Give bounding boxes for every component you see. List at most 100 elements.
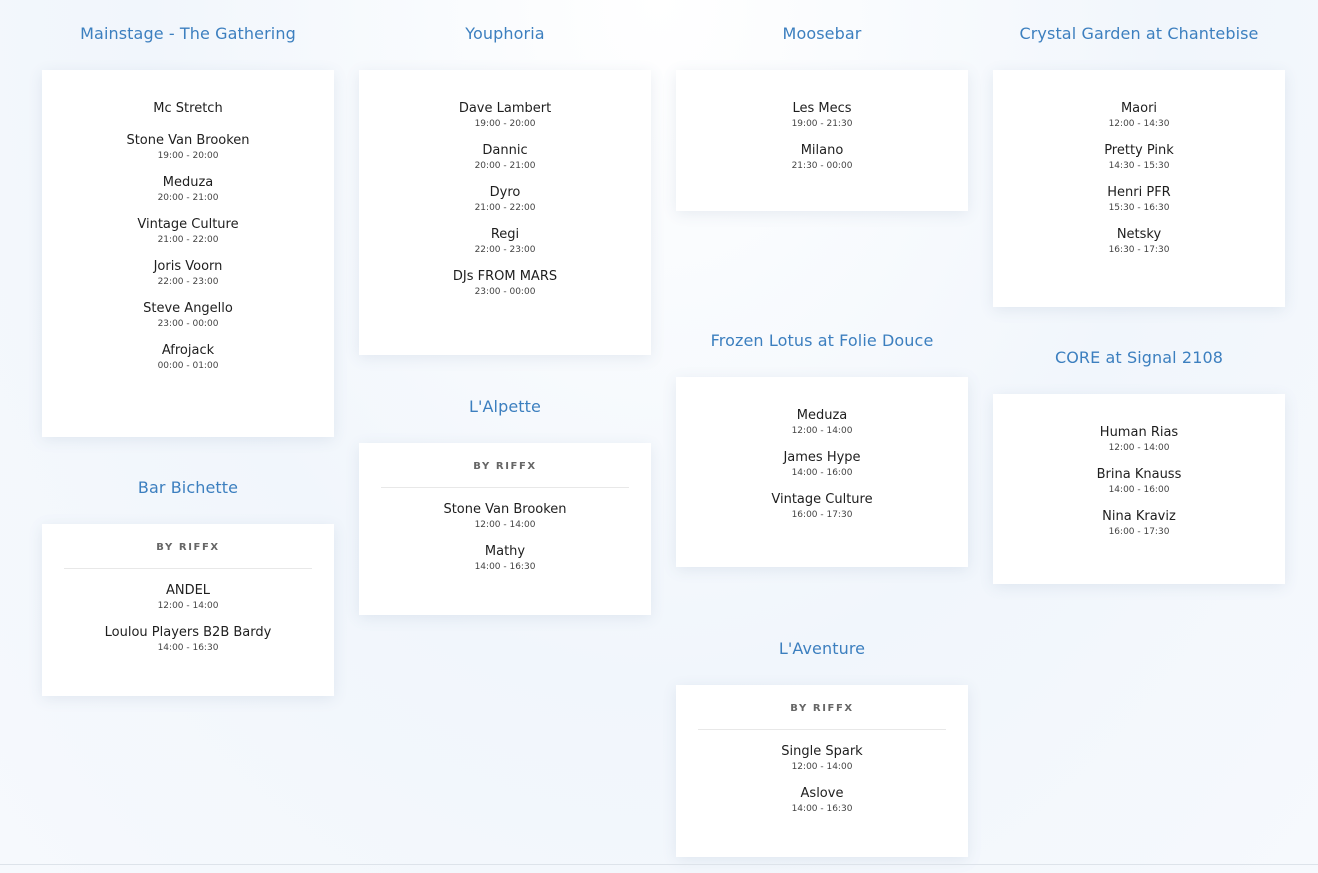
act-item: Meduza 12:00 - 14:00 — [676, 407, 968, 438]
act-name: Stone Van Brooken — [126, 133, 250, 148]
stage-card-lalpette: BY RIFFX Stone Van Brooken 12:00 - 14:00… — [359, 443, 651, 615]
act-item: DJs FROM MARS 23:00 - 00:00 — [359, 268, 651, 299]
act-time: 16:00 - 17:30 — [1108, 527, 1170, 537]
act-time: 12:00 - 14:30 — [1108, 119, 1170, 129]
act-time: 12:00 - 14:00 — [1108, 443, 1170, 453]
act-item: Loulou Players B2B Bardy 14:00 - 16:30 — [42, 624, 334, 655]
act-name: ANDEL — [165, 583, 211, 598]
stage-card-frozen-lotus: Meduza 12:00 - 14:00 James Hype 14:00 - … — [676, 377, 968, 567]
stage-title-lalpette: L'Alpette — [469, 397, 541, 416]
act-item: James Hype 14:00 - 16:00 — [676, 449, 968, 480]
act-time: 23:00 - 00:00 — [157, 319, 219, 329]
act-name: Afrojack — [161, 343, 215, 358]
act-time: 14:00 - 16:30 — [474, 562, 536, 572]
stage-title-frozen-lotus: Frozen Lotus at Folie Douce — [710, 331, 934, 350]
act-time: 12:00 - 14:00 — [474, 520, 536, 530]
act-time: 19:00 - 21:30 — [791, 119, 853, 129]
stage-card-moosebar: Les Mecs 19:00 - 21:30 Milano 21:30 - 00… — [676, 70, 968, 211]
stage-title-moosebar: Moosebar — [782, 24, 862, 43]
act-time: 14:00 - 16:30 — [791, 804, 853, 814]
stage-title-core-signal: CORE at Signal 2108 — [1054, 348, 1224, 367]
stage-title-bar-bichette: Bar Bichette — [137, 478, 239, 497]
act-item: Netsky 16:30 - 17:30 — [993, 226, 1285, 257]
act-name: Mc Stretch — [153, 101, 223, 116]
act-name: Vintage Culture — [771, 492, 873, 507]
stage-card-crystal-garden: Maori 12:00 - 14:30 Pretty Pink 14:30 - … — [993, 70, 1285, 307]
act-time: 21:00 - 22:00 — [157, 235, 219, 245]
act-name: Milano — [800, 143, 844, 158]
act-time: 16:00 - 17:30 — [791, 510, 853, 520]
act-time: 19:00 - 20:00 — [474, 119, 536, 129]
act-item: Dave Lambert 19:00 - 20:00 — [359, 100, 651, 131]
act-name: Dave Lambert — [458, 101, 552, 116]
act-time: 23:00 - 00:00 — [474, 287, 536, 297]
act-name: Maori — [1120, 101, 1158, 116]
act-name: Henri PFR — [1107, 185, 1171, 200]
act-name: Stone Van Brooken — [443, 502, 567, 517]
act-time: 14:00 - 16:00 — [791, 468, 853, 478]
act-name: Netsky — [1116, 227, 1162, 242]
act-item: Human Rias 12:00 - 14:00 — [993, 424, 1285, 455]
act-name: Mathy — [484, 544, 526, 559]
act-name: Aslove — [800, 786, 844, 801]
stage-card-youphoria: Dave Lambert 19:00 - 20:00 Dannic 20:00 … — [359, 70, 651, 355]
act-name: Brina Knauss — [1096, 467, 1182, 482]
act-name: Steve Angello — [143, 301, 233, 316]
act-item: Mc Stretch — [42, 100, 334, 117]
act-name: DJs FROM MARS — [452, 269, 558, 284]
act-item: Single Spark 12:00 - 14:00 — [676, 743, 968, 774]
sponsor-label: BY RIFFX — [64, 542, 312, 569]
act-item: Henri PFR 15:30 - 16:30 — [993, 184, 1285, 215]
act-time: 20:00 - 21:00 — [157, 193, 219, 203]
act-time: 19:00 - 20:00 — [157, 151, 219, 161]
act-item: Meduza 20:00 - 21:00 — [42, 174, 334, 205]
act-time: 21:30 - 00:00 — [791, 161, 853, 171]
act-item: Pretty Pink 14:30 - 15:30 — [993, 142, 1285, 173]
act-name: Joris Voorn — [153, 259, 223, 274]
act-item: Afrojack 00:00 - 01:00 — [42, 342, 334, 373]
act-item: Vintage Culture 16:00 - 17:30 — [676, 491, 968, 522]
stage-card-mainstage: Mc Stretch Stone Van Brooken 19:00 - 20:… — [42, 70, 334, 437]
footer-divider — [0, 864, 1318, 865]
act-time: 14:00 - 16:00 — [1108, 485, 1170, 495]
sponsor-label: BY RIFFX — [381, 461, 629, 488]
act-time: 14:30 - 15:30 — [1108, 161, 1170, 171]
stage-title-laventure: L'Aventure — [778, 639, 866, 658]
act-item: ANDEL 12:00 - 14:00 — [42, 582, 334, 613]
act-time: 21:00 - 22:00 — [474, 203, 536, 213]
act-item: Milano 21:30 - 00:00 — [676, 142, 968, 173]
act-item: Regi 22:00 - 23:00 — [359, 226, 651, 257]
stage-card-bar-bichette: BY RIFFX ANDEL 12:00 - 14:00 Loulou Play… — [42, 524, 334, 696]
act-time: 00:00 - 01:00 — [157, 361, 219, 371]
act-item: Nina Kraviz 16:00 - 17:30 — [993, 508, 1285, 539]
act-time: 14:00 - 16:30 — [157, 643, 219, 653]
act-time: 20:00 - 21:00 — [474, 161, 536, 171]
act-item: Aslove 14:00 - 16:30 — [676, 785, 968, 816]
act-name: Meduza — [162, 175, 214, 190]
act-name: Les Mecs — [792, 101, 852, 116]
act-item: Les Mecs 19:00 - 21:30 — [676, 100, 968, 131]
stage-title-mainstage: Mainstage - The Gathering — [80, 24, 296, 43]
act-name: Loulou Players B2B Bardy — [104, 625, 272, 640]
act-name: Pretty Pink — [1104, 143, 1174, 158]
act-time: 22:00 - 23:00 — [474, 245, 536, 255]
act-name: Nina Kraviz — [1102, 509, 1176, 524]
act-item: Mathy 14:00 - 16:30 — [359, 543, 651, 574]
stage-card-laventure: BY RIFFX Single Spark 12:00 - 14:00 Aslo… — [676, 685, 968, 857]
act-item: Vintage Culture 21:00 - 22:00 — [42, 216, 334, 247]
act-item: Maori 12:00 - 14:30 — [993, 100, 1285, 131]
act-name: Regi — [490, 227, 520, 242]
act-item: Steve Angello 23:00 - 00:00 — [42, 300, 334, 331]
act-name: Meduza — [796, 408, 848, 423]
act-name: Single Spark — [781, 744, 863, 759]
act-item: Brina Knauss 14:00 - 16:00 — [993, 466, 1285, 497]
stage-card-core-signal: Human Rias 12:00 - 14:00 Brina Knauss 14… — [993, 394, 1285, 584]
act-time: 15:30 - 16:30 — [1108, 203, 1170, 213]
stage-title-youphoria: Youphoria — [465, 24, 545, 43]
act-name: Dannic — [482, 143, 528, 158]
sponsor-label: BY RIFFX — [698, 703, 946, 730]
act-time: 12:00 - 14:00 — [791, 762, 853, 772]
act-name: Vintage Culture — [137, 217, 239, 232]
act-item: Stone Van Brooken 12:00 - 14:00 — [359, 501, 651, 532]
act-name: Dyro — [489, 185, 521, 200]
